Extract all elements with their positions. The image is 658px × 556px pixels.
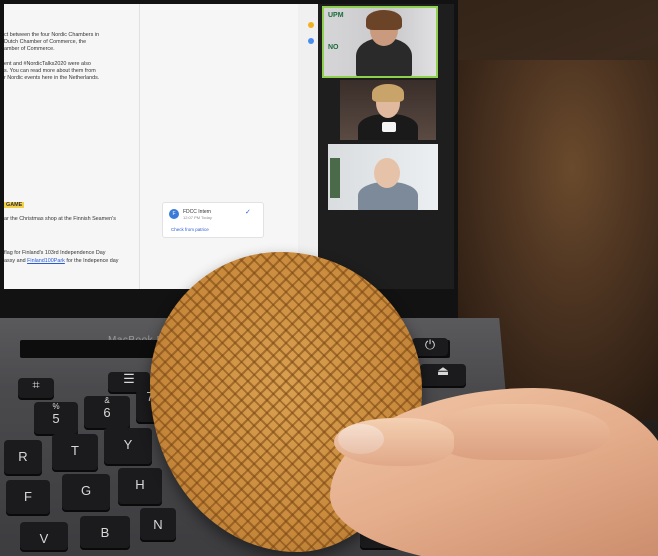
- doc-line: r Nordic events here in the Netherlands.: [4, 75, 100, 81]
- participant-hair: [366, 10, 402, 30]
- keyboard-key[interactable]: N: [140, 508, 176, 542]
- finland100park-link[interactable]: Finland100Park: [27, 258, 65, 264]
- tile-logo-text: NO: [328, 44, 339, 51]
- comment-avatar: F: [169, 209, 179, 219]
- doc-line: ct between the four Nordic Chambers in: [4, 32, 99, 38]
- participant-phone: [382, 122, 396, 132]
- keyboard-key[interactable]: F: [6, 480, 50, 516]
- participant-face: [374, 158, 400, 188]
- keyboard-key[interactable]: & 6: [84, 396, 130, 430]
- keyboard-key[interactable]: T: [52, 434, 98, 472]
- doc-line: assy and Finland100Park for the Indepenc…: [4, 258, 119, 264]
- video-call-panel: UPM NO: [318, 4, 454, 289]
- toolbar-tasks-icon[interactable]: [308, 38, 314, 44]
- document-divider: [139, 4, 140, 289]
- keyboard-key[interactable]: B: [80, 516, 130, 550]
- keyboard-key[interactable]: V: [20, 522, 68, 552]
- doc-line: amber of Commerce.: [4, 46, 55, 52]
- tile-logo-text: UPM: [328, 12, 344, 19]
- video-tile-2[interactable]: [340, 80, 436, 140]
- doc-line: s. You can read more about them from: [4, 68, 96, 74]
- thumb-nail: [338, 424, 384, 454]
- photo-scene: ct between the four Nordic Chambers in D…: [0, 0, 658, 556]
- video-tile-1[interactable]: UPM NO: [322, 6, 438, 78]
- hand-finger: [440, 404, 610, 460]
- doc-line: ent and #NordicTalks2020 were also: [4, 61, 91, 67]
- participant-hair: [372, 84, 404, 102]
- keyboard-key[interactable]: H: [118, 468, 162, 506]
- doc-highlighted-heading: GAME: [4, 202, 25, 208]
- comment-card[interactable]: F FDCC Intern 12:07 PM Today ✓ Check fro…: [162, 202, 264, 238]
- comment-text: Check from patrice: [171, 227, 209, 232]
- comment-time: 12:07 PM Today: [183, 215, 212, 220]
- keyboard-key[interactable]: ⏏: [420, 364, 466, 388]
- keyboard-key[interactable]: R: [4, 440, 42, 476]
- keyboard-key[interactable]: Y: [104, 428, 152, 466]
- doc-line: ar the Christmas shop at the Finnish Sea…: [4, 216, 116, 222]
- video-tile-3[interactable]: [328, 144, 438, 210]
- background-plant: [330, 158, 340, 198]
- doc-line: flag for Finland's 103rd Independence Da…: [4, 250, 106, 256]
- doc-line: Dutch Chamber of Commerce, the: [4, 39, 87, 45]
- resolve-check-icon[interactable]: ✓: [245, 208, 251, 216]
- toolbar-star-icon[interactable]: [308, 22, 314, 28]
- keyboard-key[interactable]: G: [62, 474, 110, 512]
- keyboard-key[interactable]: ⌗: [18, 378, 54, 400]
- document-page: ct between the four Nordic Chambers in D…: [4, 4, 326, 289]
- keyboard-key[interactable]: % 5: [34, 402, 78, 436]
